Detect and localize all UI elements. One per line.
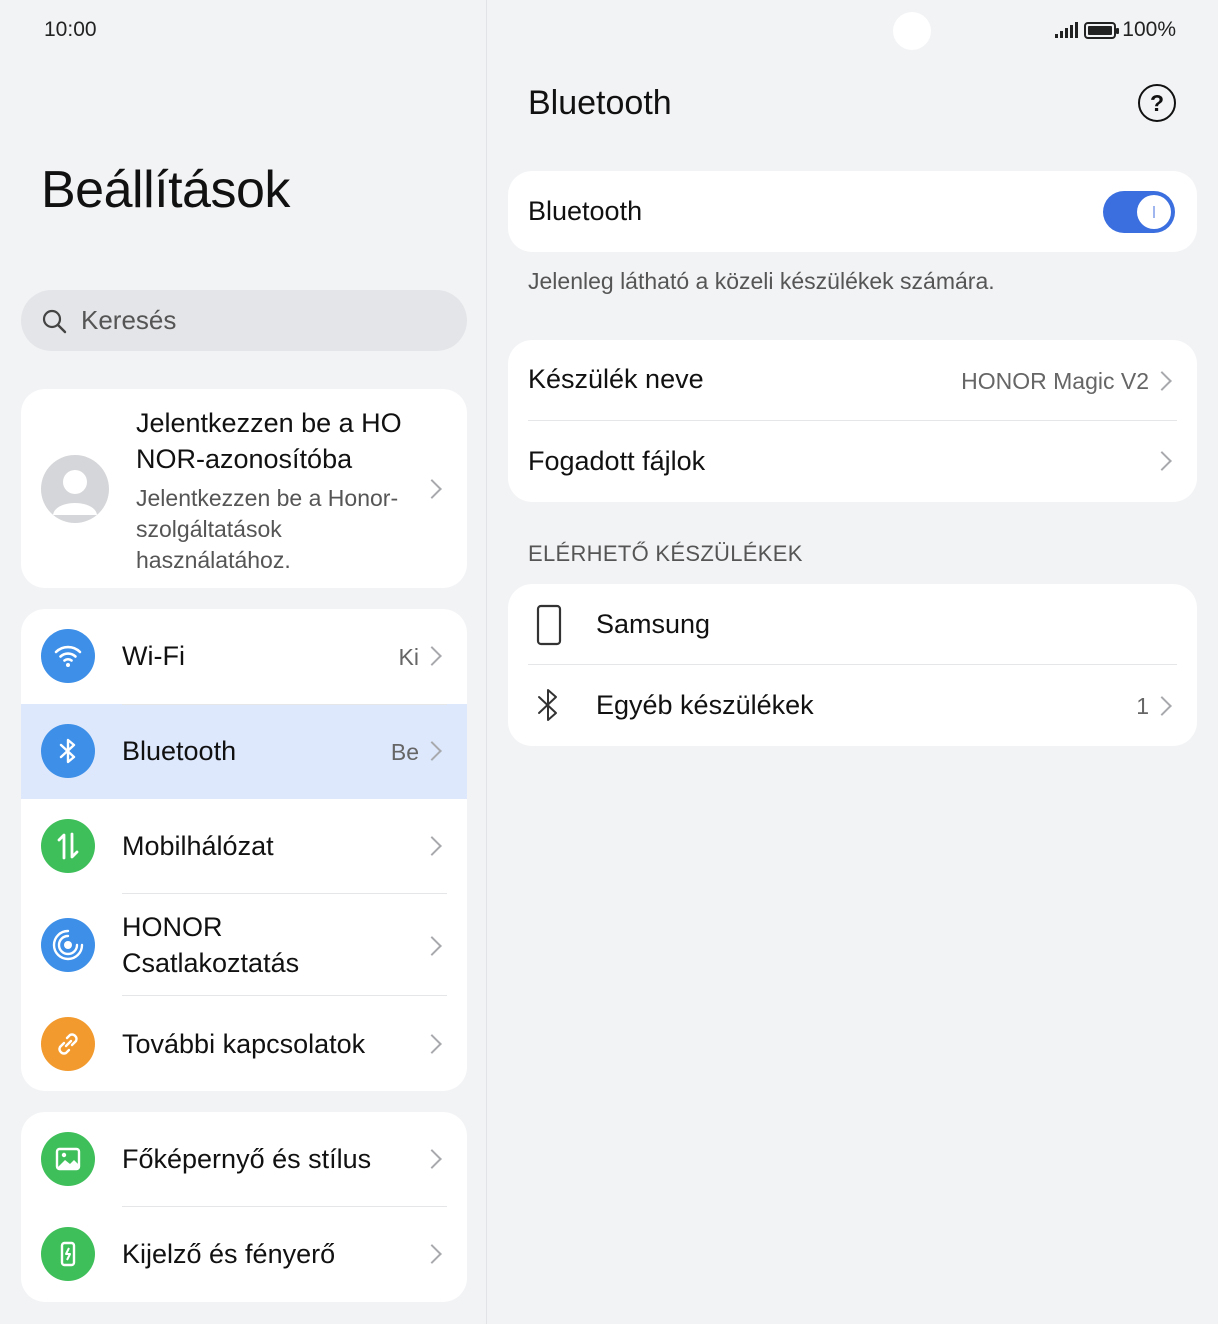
chevron-right-icon <box>422 836 442 856</box>
device-name-label: Készülék neve <box>528 364 704 394</box>
avatar <box>41 455 109 523</box>
available-device-other[interactable]: Egyéb készülékek 1 <box>508 665 1197 746</box>
connectivity-card: Wi-Fi Ki Bluetooth Be Mobilhálózat HONOR… <box>21 609 467 1091</box>
received-files-row[interactable]: Fogadott fájlok <box>508 421 1197 502</box>
detail-title: Bluetooth <box>528 84 672 122</box>
chevron-right-icon <box>422 1244 442 1264</box>
samsung-label: Samsung <box>596 609 711 639</box>
help-icon[interactable]: ? <box>1138 84 1176 122</box>
wifi-status: Ki <box>398 644 419 670</box>
settings-item-home-screen[interactable]: Főképernyő és stílus <box>21 1112 467 1207</box>
bluetooth-toggle-card: Bluetooth <box>508 171 1197 252</box>
page-title: Beállítások <box>41 161 290 219</box>
wallpaper-icon <box>41 1132 95 1186</box>
bluetooth-status: Be <box>390 739 419 765</box>
wifi-icon <box>41 629 95 683</box>
other-devices-count: 1 <box>1136 693 1149 719</box>
mobile-network-label: Mobilhálózat <box>122 831 274 861</box>
chevron-right-icon <box>422 741 442 761</box>
bluetooth-toggle-label: Bluetooth <box>528 196 643 226</box>
search-input[interactable]: Keresés <box>21 290 467 351</box>
honor-connect-icon <box>41 918 95 972</box>
more-connections-label: További kapcsolatok <box>122 1029 366 1059</box>
camera-cutout <box>893 12 931 50</box>
chevron-right-icon <box>1152 696 1172 716</box>
settings-item-honor-connect[interactable]: HONOR Csatlakoztatás <box>21 894 467 996</box>
available-devices-header: ELÉRHETŐ KÉSZÜLÉKEK <box>528 541 803 566</box>
account-subtitle: Jelentkezzen be a Honor-szolgáltatások h… <box>136 485 399 573</box>
battery-percent: 100% <box>1122 18 1176 41</box>
pane-divider <box>486 0 487 1324</box>
chevron-right-icon <box>422 1034 442 1054</box>
display-label: Kijelző és fényerő <box>122 1239 336 1269</box>
phone-icon <box>536 604 562 646</box>
status-time: 10:00 <box>44 18 97 41</box>
chevron-right-icon <box>422 936 442 956</box>
device-name-row[interactable]: Készülék neve HONOR Magic V2 <box>508 340 1197 421</box>
display-icon <box>41 1227 95 1281</box>
visibility-note: Jelenleg látható a közeli készülékek szá… <box>528 268 995 294</box>
device-name-value: HONOR Magic V2 <box>961 368 1149 394</box>
settings-item-mobile-network[interactable]: Mobilhálózat <box>21 799 467 894</box>
wifi-label: Wi-Fi <box>122 641 185 671</box>
settings-item-display[interactable]: Kijelző és fényerő <box>21 1207 467 1302</box>
account-title: Jelentkezzen be a HONOR-azonosítóba <box>136 408 402 474</box>
available-device-samsung[interactable]: Samsung <box>508 584 1197 665</box>
settings-item-bluetooth[interactable]: Bluetooth Be <box>21 704 467 799</box>
bluetooth-toggle[interactable] <box>1103 191 1175 233</box>
received-files-label: Fogadott fájlok <box>528 446 706 476</box>
battery-icon <box>1084 21 1120 39</box>
signal-icon <box>1055 22 1079 38</box>
account-card[interactable]: Jelentkezzen be a HONOR-azonosítóba Jele… <box>21 389 467 588</box>
settings-item-wifi[interactable]: Wi-Fi Ki <box>21 609 467 704</box>
mobile-data-icon <box>41 819 95 873</box>
search-icon <box>42 309 67 333</box>
chevron-right-icon <box>422 479 442 499</box>
bluetooth-icon <box>538 689 557 721</box>
bluetooth-label: Bluetooth <box>122 736 237 766</box>
honor-connect-label: HONOR Csatlakoztatás <box>122 912 300 978</box>
settings-item-more-connections[interactable]: További kapcsolatok <box>21 996 467 1091</box>
available-devices-card: Samsung Egyéb készülékek 1 <box>508 584 1197 746</box>
row-divider <box>122 704 447 705</box>
device-settings-card: Készülék neve HONOR Magic V2 Fogadott fá… <box>508 340 1197 502</box>
screen: 10:00 100% Beállítások Keresés Jelentkez… <box>0 0 1218 1324</box>
chevron-right-icon <box>1152 451 1172 471</box>
bluetooth-icon <box>41 724 95 778</box>
link-icon <box>41 1017 95 1071</box>
chevron-right-icon <box>422 646 442 666</box>
chevron-right-icon <box>422 1149 442 1169</box>
other-devices-label: Egyéb készülékek <box>596 690 814 720</box>
chevron-right-icon <box>1152 371 1172 391</box>
display-card: Főképernyő és stílus Kijelző és fényerő <box>21 1112 467 1302</box>
home-screen-label: Főképernyő és stílus <box>122 1144 372 1174</box>
status-indicators: 100% <box>1055 18 1176 42</box>
search-placeholder: Keresés <box>81 305 177 335</box>
